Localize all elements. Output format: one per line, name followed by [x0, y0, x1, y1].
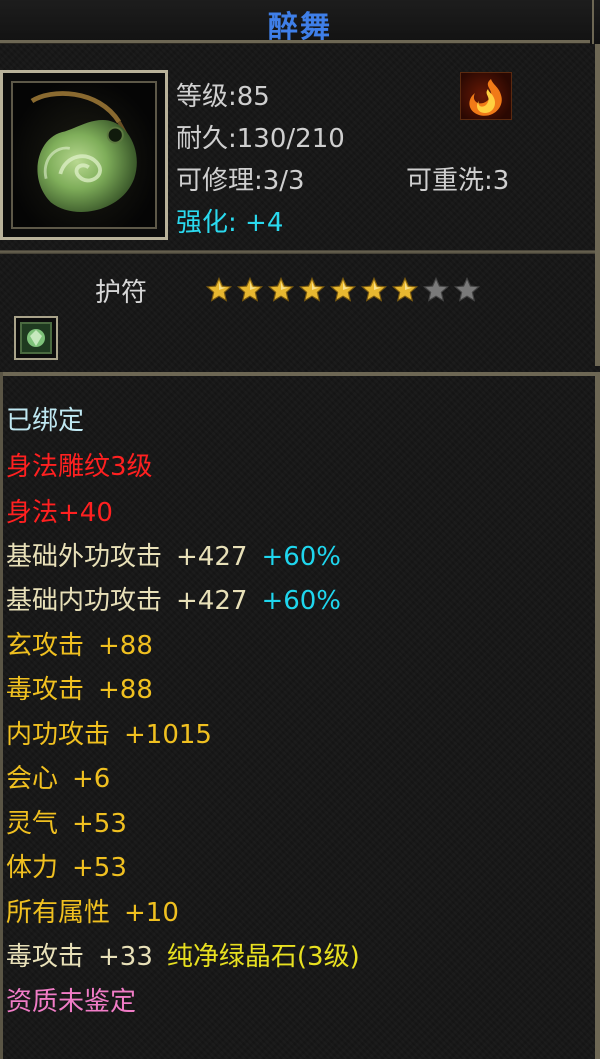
bound-status: 已绑定 — [6, 406, 85, 436]
all-attr-label: 所有属性 — [6, 898, 111, 928]
all-attr: 所有属性 +10 — [6, 892, 179, 929]
star-filled-icon — [298, 276, 326, 302]
item-level: 等级:85 — [176, 82, 270, 112]
header-divider — [0, 250, 600, 254]
inner-attack-value: +427 — [176, 586, 248, 616]
star-empty-icon — [422, 276, 450, 302]
item-repairable: 可修理:3/3 — [176, 166, 305, 196]
crit-attr: 会心 +6 — [6, 758, 110, 795]
enhance-value: +4 — [245, 208, 284, 238]
poison-attack-label: 毒攻击 — [6, 675, 85, 705]
frame-corner — [592, 0, 600, 44]
poison-attack-value: +88 — [98, 675, 153, 705]
agility-attr: 身法+40 — [6, 498, 113, 528]
star-rating — [205, 276, 481, 304]
poison-attack-attr: 毒攻击 +88 — [6, 669, 153, 706]
enhance-label: 强化: — [176, 208, 237, 238]
frame-left — [0, 372, 3, 1059]
inner-power-attr: 内功攻击 +1015 — [6, 714, 212, 751]
item-type: 护符 — [95, 278, 148, 308]
stamina-label: 体力 — [6, 853, 59, 883]
gem-poison-label: 毒攻击 — [6, 942, 85, 972]
gem-poison-value: +33 — [98, 942, 153, 972]
spirit-attr: 灵气 +53 — [6, 803, 127, 840]
quality-status: 资质未鉴定 — [6, 987, 137, 1017]
star-filled-icon — [329, 276, 357, 302]
all-attr-value: +10 — [124, 898, 179, 928]
item-durability: 耐久:130/210 — [176, 124, 345, 154]
spirit-value: +53 — [72, 809, 127, 839]
frame-right-upper — [595, 44, 600, 254]
frame-right-lower — [595, 372, 600, 1059]
inner-attack-attr: 基础内功攻击 +427 +60% — [6, 580, 341, 617]
star-filled-icon — [391, 276, 419, 302]
outer-attack-pct: +60% — [261, 542, 342, 572]
frame-right-middle — [595, 254, 600, 366]
inner-power-value: +1015 — [124, 720, 212, 750]
crit-label: 会心 — [6, 764, 59, 794]
item-icon-frame — [0, 70, 168, 240]
spirit-label: 灵气 — [6, 809, 59, 839]
gem-slot-icon[interactable] — [14, 316, 58, 360]
fire-element-icon — [460, 72, 512, 120]
jade-pendant-icon — [11, 81, 157, 229]
item-tooltip: 醉舞 等级:85 耐久:130/210 可修理:3/3 可重洗:3 强化: +4… — [0, 0, 600, 1059]
jade-pendant-graphic — [30, 91, 137, 212]
title-divider — [0, 40, 590, 43]
inner-power-label: 内功攻击 — [6, 720, 111, 750]
gem-poison-attr: 毒攻击 +33 纯净绿晶石(3级) — [6, 936, 360, 973]
outer-attack-attr: 基础外功攻击 +427 +60% — [6, 536, 341, 573]
xuan-attack-value: +88 — [98, 631, 153, 661]
fire-element-graphic — [469, 79, 502, 116]
stamina-value: +53 — [72, 853, 127, 883]
star-filled-icon — [360, 276, 388, 302]
inner-attack-pct: +60% — [261, 586, 342, 616]
gem-graphic — [20, 322, 52, 354]
engraving-attr: 身法雕纹3级 — [6, 452, 153, 482]
item-rewashable: 可重洗:3 — [406, 166, 510, 196]
title-bar: 醉舞 — [0, 0, 600, 45]
xuan-attack-label: 玄攻击 — [6, 631, 85, 661]
item-enhance: 强化: +4 — [176, 202, 283, 239]
star-filled-icon — [205, 276, 233, 302]
outer-attack-value: +427 — [176, 542, 248, 572]
crit-value: +6 — [72, 764, 111, 794]
gem-name: 纯净绿晶石(3级) — [166, 942, 360, 972]
star-empty-icon — [453, 276, 481, 302]
inner-attack-label: 基础内功攻击 — [6, 586, 163, 616]
stamina-attr: 体力 +53 — [6, 847, 127, 884]
xuan-attack-attr: 玄攻击 +88 — [6, 625, 153, 662]
star-filled-icon — [236, 276, 264, 302]
star-filled-icon — [267, 276, 295, 302]
attr-divider — [0, 372, 600, 376]
outer-attack-label: 基础外功攻击 — [6, 542, 163, 572]
